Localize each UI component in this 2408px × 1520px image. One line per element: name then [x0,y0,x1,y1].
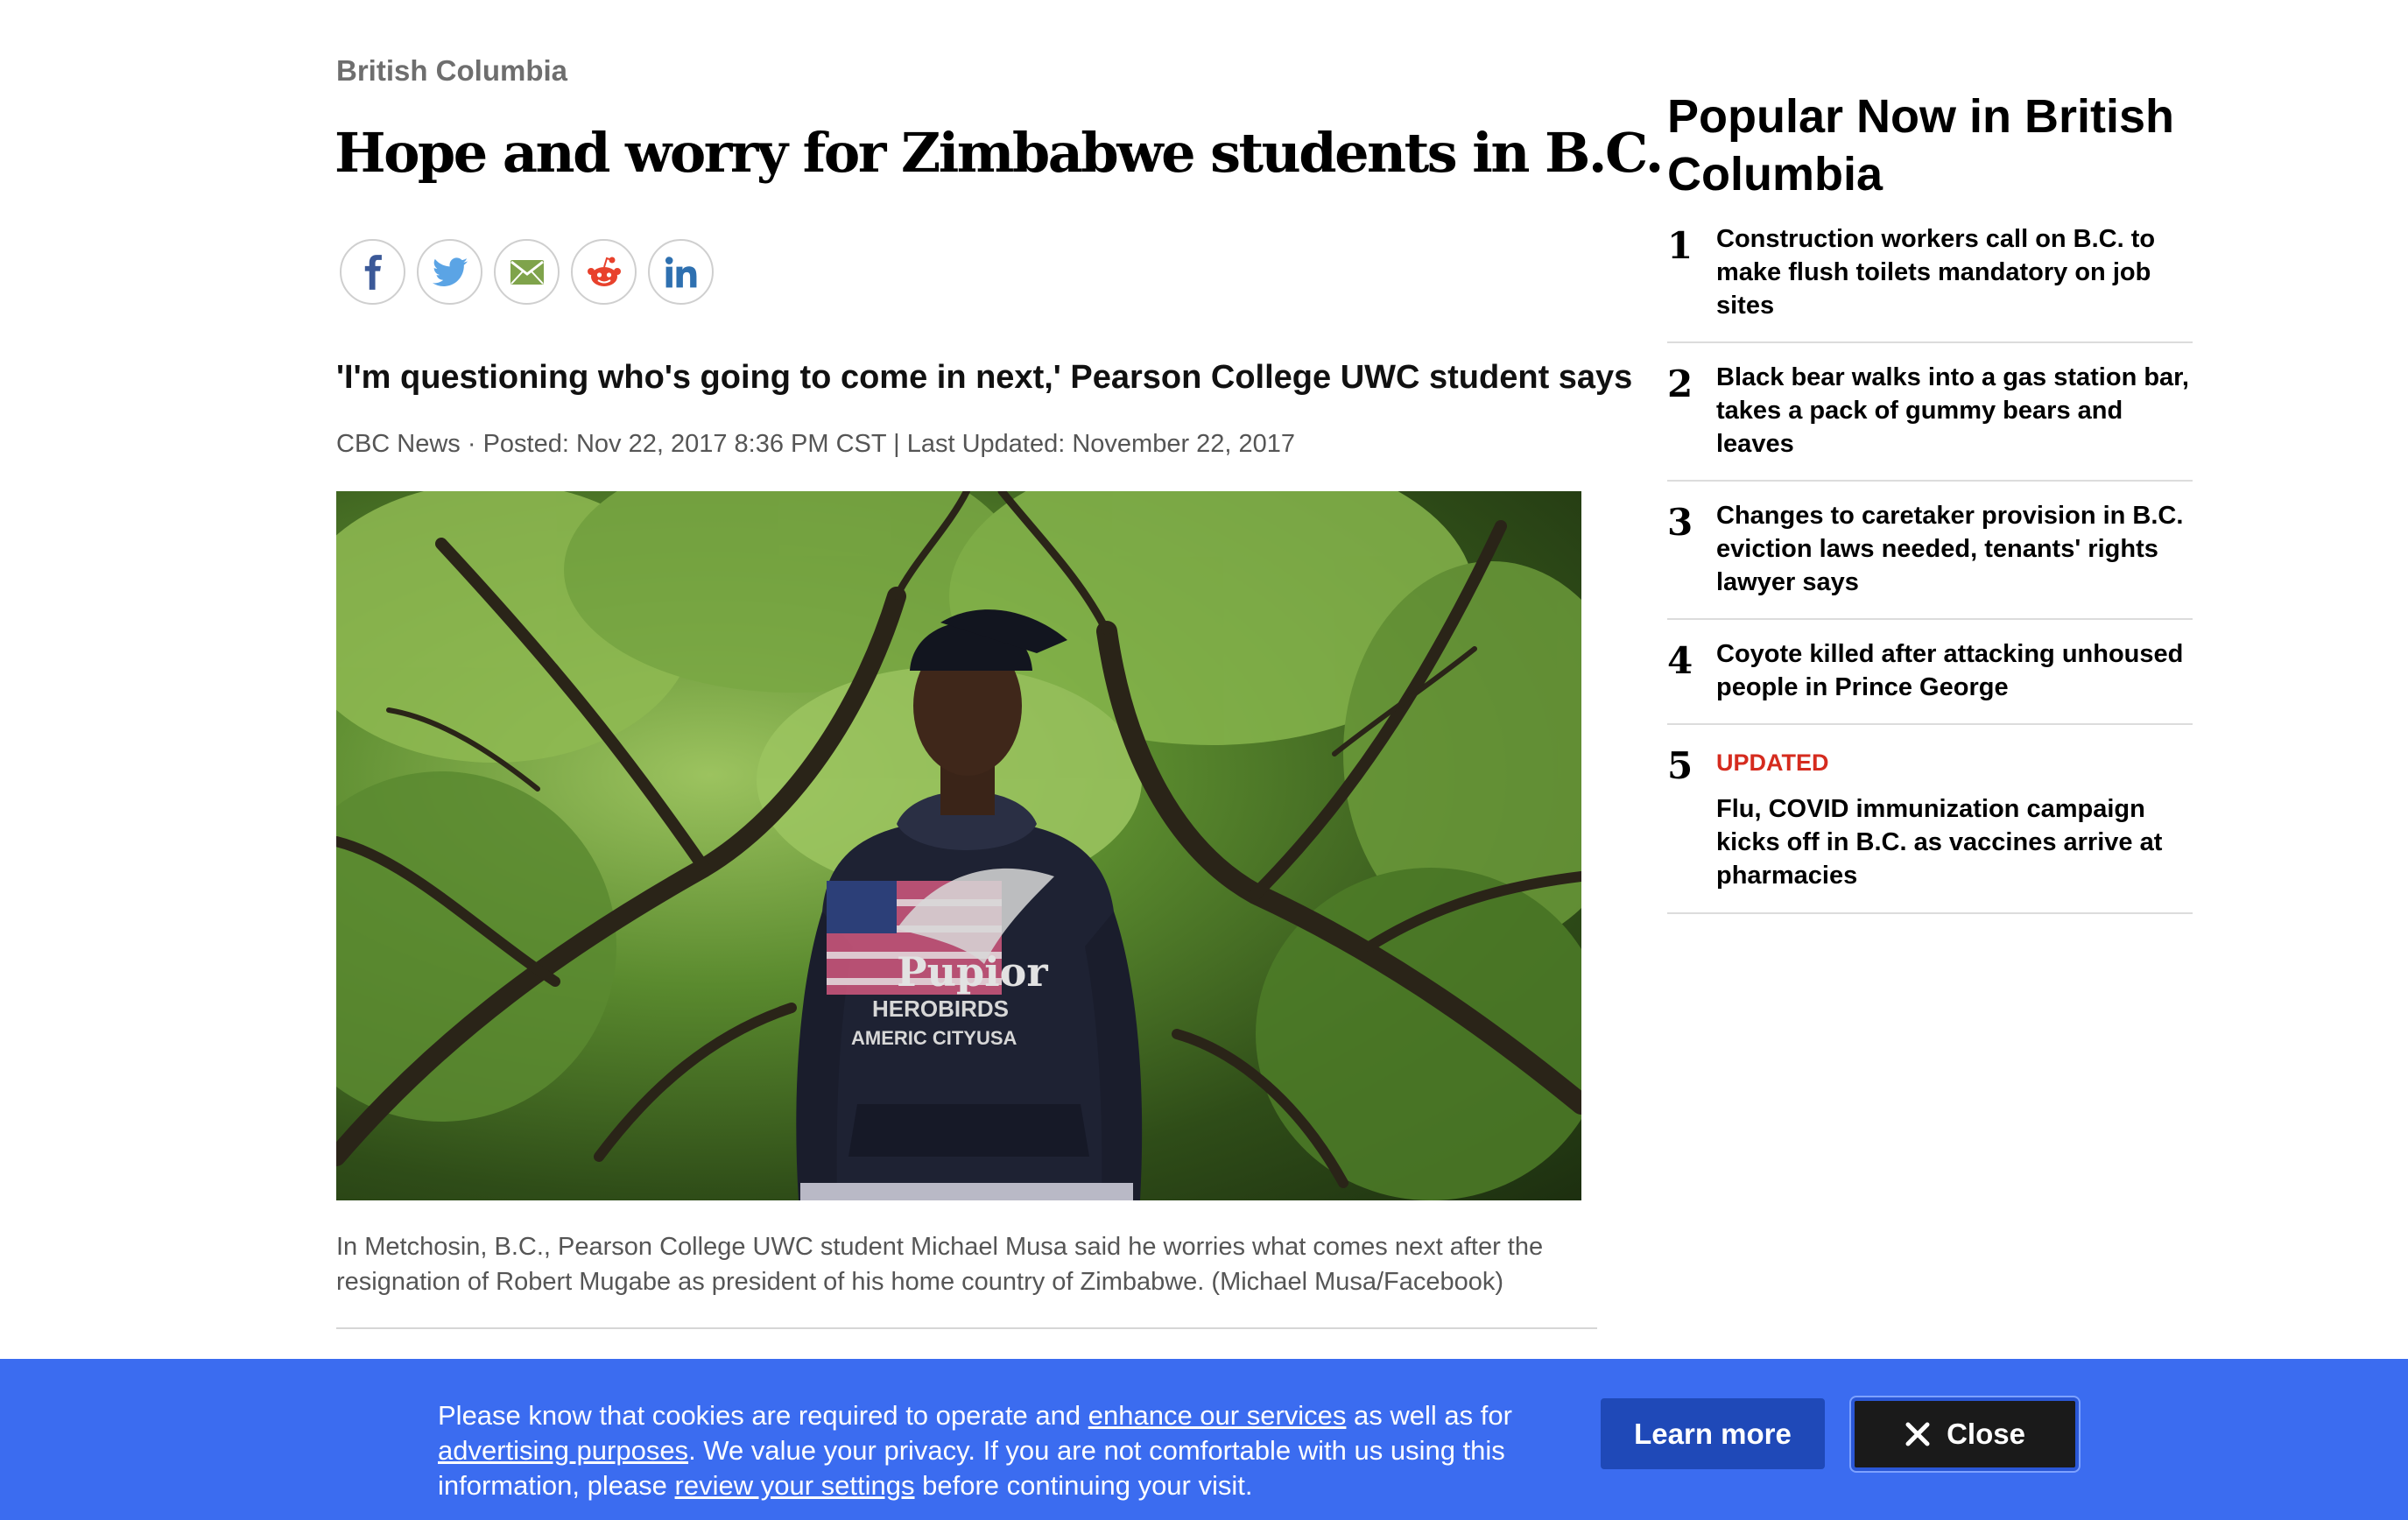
learn-more-button[interactable]: Learn more [1601,1398,1825,1469]
article-page: British Columbia Hope and worry for Zimb… [0,0,2408,1520]
reddit-icon [587,257,621,286]
advertising-purposes-link[interactable]: advertising purposes [438,1435,688,1466]
popular-item-title: Construction workers call on B.C. to mak… [1716,225,2156,320]
cookie-text-2: as well as for [1346,1400,1512,1431]
popular-item-3[interactable]: 3 Changes to caretaker provision in B.C.… [1667,482,2193,620]
popular-rank: 3 [1667,501,1693,544]
popular-now-list: 1 Construction workers call on B.C. to m… [1667,222,2193,914]
email-icon [510,259,544,285]
popular-rank: 1 [1667,224,1693,267]
updated-badge: UPDATED [1716,749,1829,776]
article-byline: CBC News · Posted: Nov 22, 2017 8:36 PM … [336,430,1296,458]
facebook-icon [364,254,382,290]
popular-item-5[interactable]: 5 UPDATED Flu, COVID immunization campai… [1667,725,2193,914]
review-settings-link[interactable]: review your settings [675,1470,915,1501]
share-reddit-button[interactable] [571,239,637,305]
share-facebook-button[interactable] [340,239,405,305]
section-label[interactable]: British Columbia [336,54,567,88]
popular-item-title: Black bear walks into a gas station bar,… [1716,363,2189,458]
popular-item-title: Flu, COVID immunization campaign kicks o… [1716,795,2163,890]
svg-text:Pupior: Pupior [897,948,1048,996]
popular-now-heading: Popular Now in British Columbia [1667,90,2175,201]
hoodie-text-2: AMERIC CITYUSA [851,1027,1017,1049]
cookie-text-4: before continuing your visit. [914,1470,1253,1501]
share-linkedin-button[interactable] [648,239,714,305]
hoodie-text-1: HEROBIRDS [872,996,1009,1022]
close-button[interactable]: Close [1851,1397,2079,1471]
popular-item-1[interactable]: 1 Construction workers call on B.C. to m… [1667,222,2193,343]
cookie-banner: Please know that cookies are required to… [0,1359,2408,1520]
share-bar [340,239,714,305]
share-twitter-button[interactable] [417,239,482,305]
popular-item-title: Coyote killed after attacking unhoused p… [1716,640,2184,701]
cookie-message: Please know that cookies are required to… [438,1398,1550,1503]
caption-divider [336,1327,1597,1329]
popular-item-4[interactable]: 4 Coyote killed after attacking unhoused… [1667,620,2193,725]
close-button-label: Close [1947,1418,2025,1450]
share-email-button[interactable] [494,239,560,305]
popular-rank: 5 [1667,744,1693,787]
popular-item-2[interactable]: 2 Black bear walks into a gas station ba… [1667,343,2193,482]
popular-rank: 2 [1667,362,1693,405]
close-icon [1905,1422,1930,1446]
article-headline: Hope and worry for Zimbabwe students in … [334,121,1664,185]
article-deck: 'I'm questioning who's going to come in … [336,359,1633,396]
linkedin-icon [665,256,696,287]
cookie-text-1: Please know that cookies are required to… [438,1400,1088,1431]
photo-caption: In Metchosin, B.C., Pearson College UWC … [336,1233,1544,1296]
twitter-icon [432,257,468,286]
popular-item-title: Changes to caretaker provision in B.C. e… [1716,502,2184,596]
popular-rank: 4 [1667,639,1693,682]
lead-photo: Pupior HEROBIRDS AMERIC CITYUSA [336,491,1581,1200]
lead-photo-illustration: Pupior HEROBIRDS AMERIC CITYUSA [336,491,1581,1200]
enhance-services-link[interactable]: enhance our services [1088,1400,1347,1431]
